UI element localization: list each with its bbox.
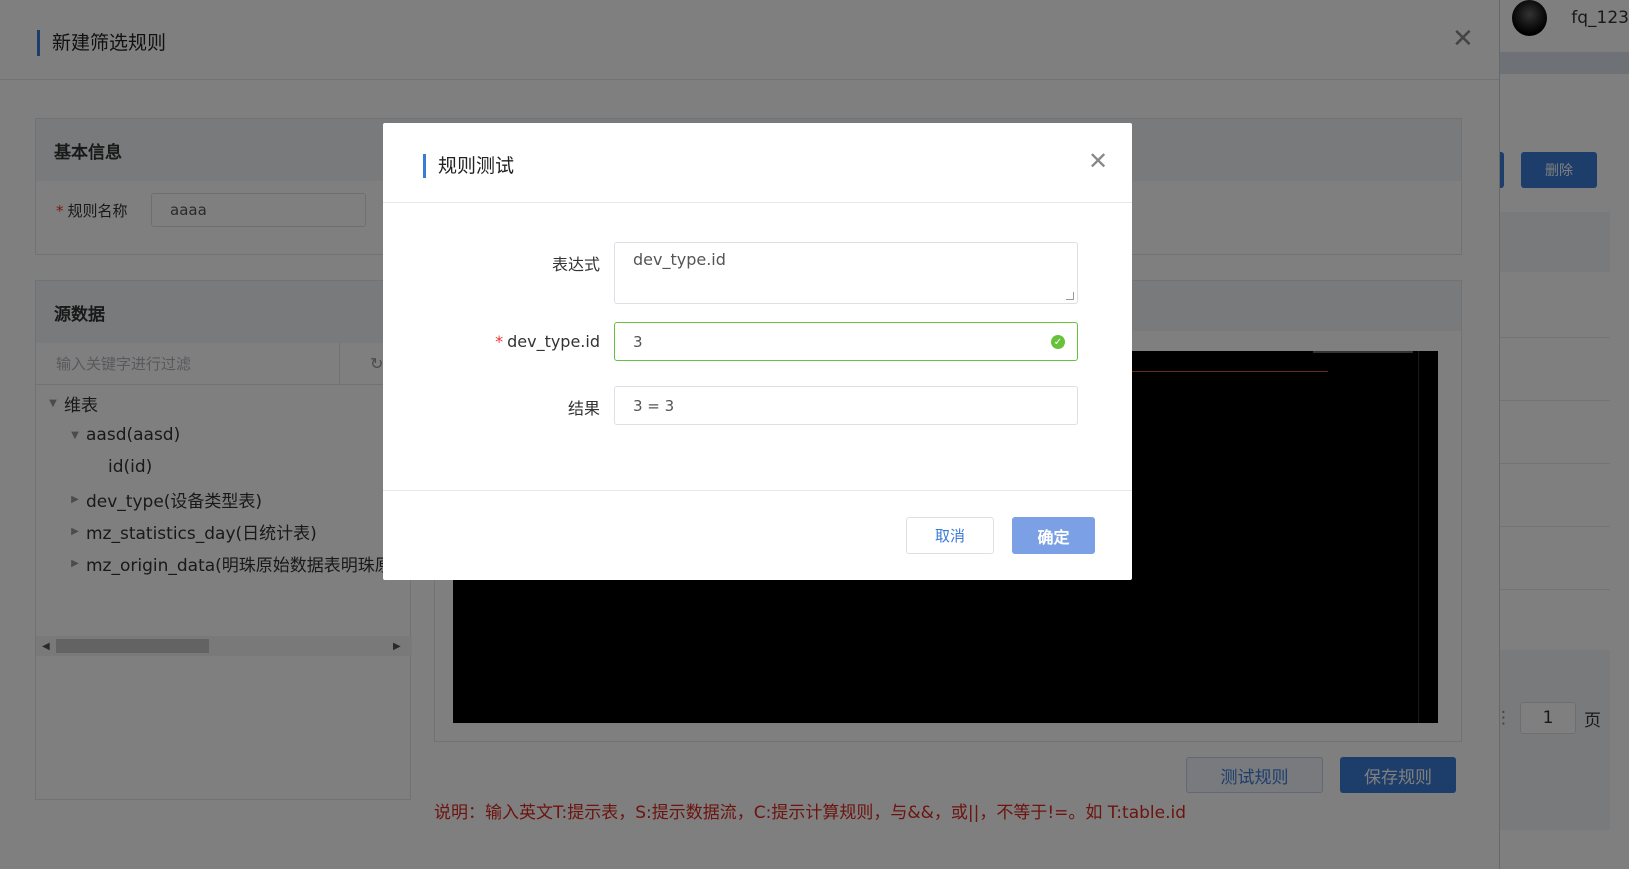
confirm-button[interactable]: 确定 (1012, 517, 1095, 554)
modal-body: 表达式 dev_type.id * dev_type.id 3 ✓ 结果 3 = … (383, 203, 1132, 491)
resize-handle-icon[interactable] (1066, 292, 1074, 300)
result-input[interactable]: 3 = 3 (614, 386, 1078, 425)
modal-title: 规则测试 (423, 154, 514, 178)
cancel-button[interactable]: 取消 (906, 517, 994, 554)
check-circle-icon: ✓ (1051, 335, 1065, 349)
required-asterisk: * (495, 332, 504, 351)
expression-value: dev_type.id (633, 250, 726, 269)
expression-label: 表达式 (551, 255, 600, 274)
close-icon[interactable]: ✕ (1088, 149, 1108, 173)
modal-header: 规则测试 ✕ (383, 123, 1132, 203)
modal-footer: 取消 确定 (383, 491, 1132, 579)
expression-textarea[interactable]: dev_type.id (614, 242, 1078, 304)
rule-test-dialog: 规则测试 ✕ 表达式 dev_type.id * dev_type.id 3 ✓ … (383, 123, 1132, 580)
param-value: 3 (633, 332, 643, 351)
param-label: * dev_type.id (495, 332, 600, 351)
result-label: 结果 (567, 399, 600, 418)
param-input[interactable]: 3 ✓ (614, 322, 1078, 361)
